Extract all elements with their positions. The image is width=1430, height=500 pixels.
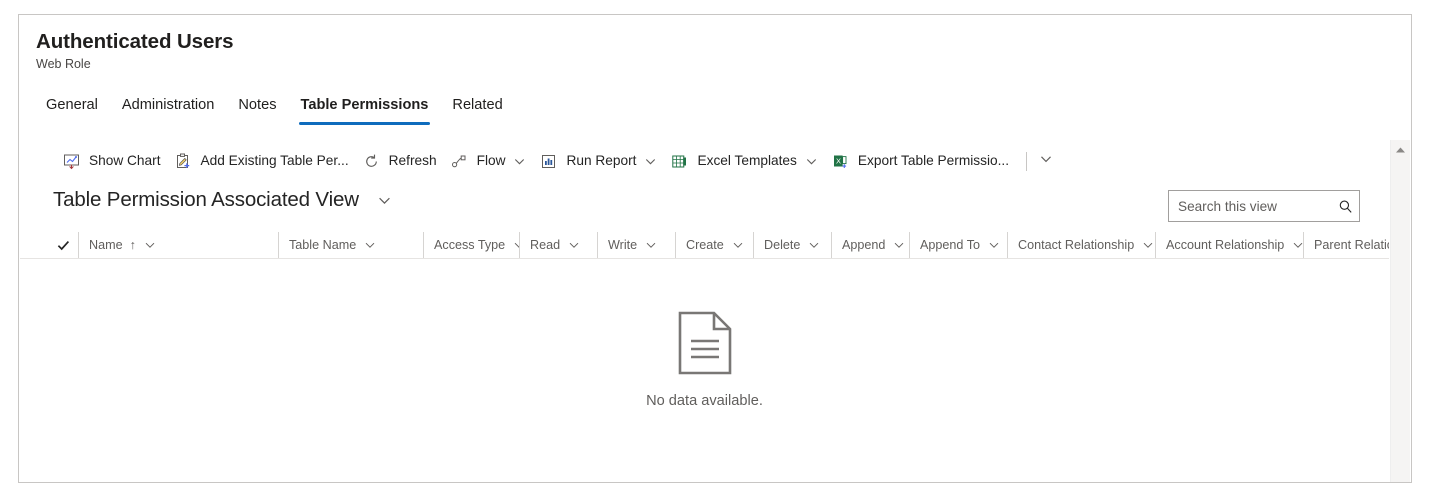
tab-label: Notes — [238, 97, 277, 113]
tab-label: General — [46, 97, 98, 113]
command-label: Show Chart — [89, 153, 161, 168]
excel-templates-icon — [671, 153, 688, 170]
command-label: Flow — [476, 153, 506, 168]
command-label: Excel Templates — [697, 153, 797, 168]
export-table-permissions-button[interactable]: X Export Table Permissio... — [825, 143, 1016, 179]
checkmark-icon — [57, 240, 70, 250]
add-existing-table-permission-button[interactable]: Add Existing Table Per... — [168, 143, 356, 179]
flow-icon — [451, 153, 468, 170]
search-input[interactable] — [1169, 198, 1331, 214]
chevron-down-icon[interactable] — [808, 239, 820, 251]
export-excel-icon: X — [832, 153, 849, 170]
document-icon — [677, 311, 733, 375]
tab-general[interactable]: General — [34, 95, 110, 125]
command-bar-overflow-button[interactable] — [1033, 145, 1059, 177]
chevron-down-icon[interactable] — [805, 155, 818, 168]
empty-state-message: No data available. — [646, 392, 763, 409]
view-row: Table Permission Associated View — [20, 182, 1389, 232]
chevron-down-icon[interactable] — [513, 155, 526, 168]
tab-related[interactable]: Related — [440, 95, 514, 125]
svg-text:X: X — [836, 156, 841, 165]
tab-administration[interactable]: Administration — [110, 95, 226, 125]
chevron-down-icon[interactable] — [893, 239, 905, 251]
column-label: Account Relationship — [1166, 238, 1285, 252]
subgrid-vertical-scrollbar[interactable] — [1390, 140, 1410, 482]
column-header-delete[interactable]: Delete — [753, 232, 831, 258]
tab-label: Table Permissions — [300, 97, 429, 113]
column-label: Create — [686, 238, 724, 252]
command-bar-divider — [1026, 151, 1028, 171]
view-name-label: Table Permission Associated View — [53, 188, 359, 211]
grid-column-headers: Name ↑ Table Name Access Type Read Write… — [20, 232, 1389, 258]
record-header: Authenticated Users Web Role — [36, 29, 234, 73]
add-existing-record-icon — [175, 153, 192, 170]
chevron-down-icon[interactable] — [377, 193, 392, 208]
chevron-down-icon[interactable] — [568, 239, 580, 251]
excel-templates-button[interactable]: Excel Templates — [664, 143, 824, 179]
column-label: Delete — [764, 238, 801, 252]
refresh-button[interactable]: Refresh — [356, 143, 444, 179]
run-report-icon — [540, 153, 557, 170]
column-header-account-relationship[interactable]: Account Relationship — [1155, 232, 1303, 258]
column-header-name[interactable]: Name ↑ — [78, 232, 278, 258]
column-label: Write — [608, 238, 638, 252]
sort-ascending-icon: ↑ — [129, 238, 136, 252]
chevron-down-icon[interactable] — [988, 239, 1000, 251]
table-permissions-subgrid: Show Chart Add Existing Table Per... Ref… — [20, 140, 1410, 482]
scroll-up-button[interactable] — [1391, 142, 1410, 158]
show-chart-button[interactable]: Show Chart — [56, 143, 168, 179]
chevron-down-icon[interactable] — [1142, 239, 1154, 251]
record-entity-subtitle: Web Role — [36, 57, 91, 71]
column-label: Table Name — [289, 238, 357, 252]
column-header-create[interactable]: Create — [675, 232, 753, 258]
column-header-access-type[interactable]: Access Type — [423, 232, 519, 258]
search-icon[interactable] — [1331, 199, 1359, 214]
column-label: Parent Relationship — [1314, 238, 1389, 252]
chevron-down-icon[interactable] — [1292, 239, 1303, 251]
command-label: Add Existing Table Per... — [200, 153, 349, 168]
record-form-panel: Authenticated Users Web Role General Adm… — [18, 14, 1412, 483]
column-header-contact-relationship[interactable]: Contact Relationship — [1007, 232, 1155, 258]
page-title: Authenticated Users — [36, 30, 234, 53]
chevron-down-icon[interactable] — [645, 239, 657, 251]
app-root: Authenticated Users Web Role General Adm… — [0, 0, 1430, 500]
chevron-down-icon[interactable] — [364, 239, 376, 251]
column-label: Append — [842, 238, 886, 252]
tab-selected-indicator — [298, 122, 431, 125]
view-selector[interactable]: Table Permission Associated View — [53, 185, 392, 215]
command-label: Run Report — [566, 153, 637, 168]
column-header-write[interactable]: Write — [597, 232, 675, 258]
show-chart-icon — [63, 153, 80, 170]
tab-table-permissions[interactable]: Table Permissions — [289, 95, 441, 125]
chevron-down-icon — [1039, 152, 1053, 171]
column-header-append[interactable]: Append — [831, 232, 909, 258]
chevron-down-icon[interactable] — [144, 239, 156, 251]
form-tab-strip: General Administration Notes Table Permi… — [34, 91, 515, 125]
column-label: Access Type — [434, 238, 506, 252]
column-header-table-name[interactable]: Table Name — [278, 232, 423, 258]
search-box[interactable] — [1168, 190, 1360, 222]
column-header-parent-relationship[interactable]: Parent Relationship — [1303, 232, 1389, 258]
column-label: Read — [530, 238, 561, 252]
grid-empty-state: No data available. — [20, 259, 1389, 482]
tab-label: Related — [452, 97, 503, 113]
chevron-down-icon[interactable] — [644, 155, 657, 168]
command-label: Refresh — [388, 153, 437, 168]
column-label: Name — [89, 238, 123, 252]
column-header-read[interactable]: Read — [519, 232, 597, 258]
tab-label: Administration — [121, 97, 215, 113]
refresh-icon — [363, 153, 380, 170]
command-bar: Show Chart Add Existing Table Per... Ref… — [20, 140, 1389, 182]
caret-up-icon — [1395, 141, 1406, 159]
command-label: Export Table Permissio... — [857, 153, 1010, 168]
column-label: Contact Relationship — [1018, 238, 1135, 252]
run-report-button[interactable]: Run Report — [533, 143, 664, 179]
tab-notes[interactable]: Notes — [226, 95, 288, 125]
select-all-checkbox[interactable] — [56, 238, 78, 253]
chevron-down-icon[interactable] — [732, 239, 744, 251]
flow-button[interactable]: Flow — [444, 143, 534, 179]
column-label: Append To — [920, 238, 980, 252]
column-header-append-to[interactable]: Append To — [909, 232, 1007, 258]
